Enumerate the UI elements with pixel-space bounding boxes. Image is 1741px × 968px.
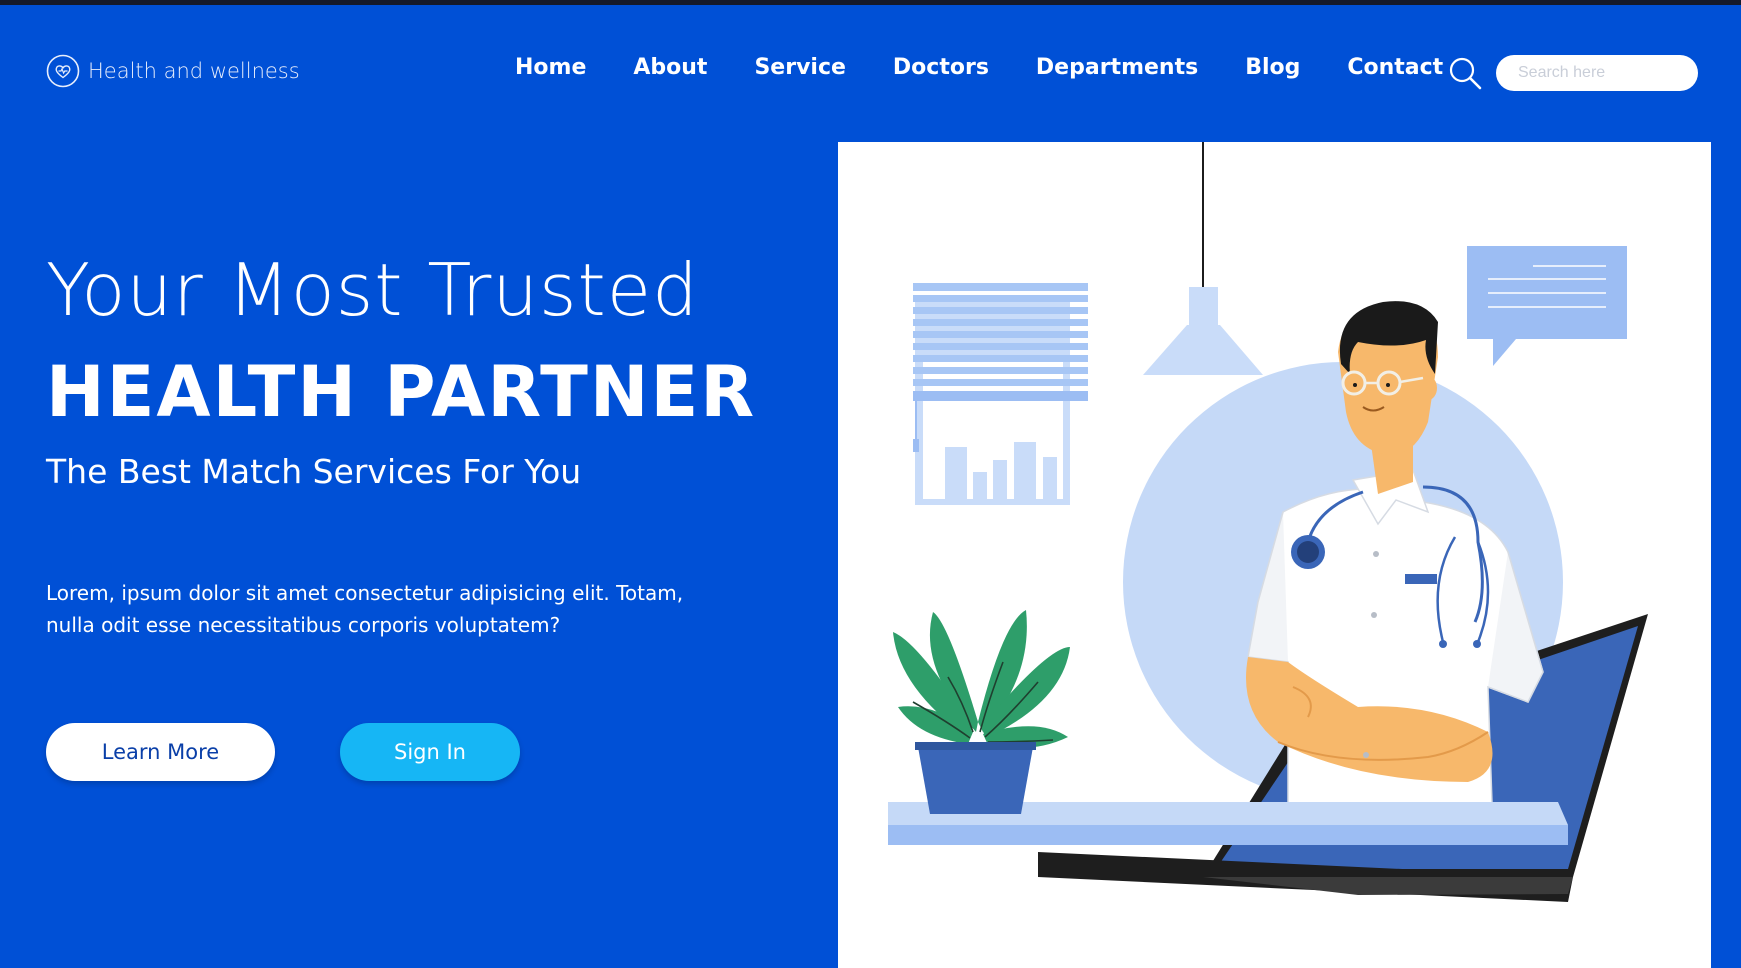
nav-doctors[interactable]: Doctors — [893, 55, 989, 80]
heart-icon — [46, 54, 80, 88]
landing-page: Health and wellness Home About Service D… — [0, 5, 1741, 968]
search-icon[interactable] — [1447, 55, 1483, 91]
chat-bubble — [1467, 246, 1627, 366]
brand-logo[interactable]: Health and wellness — [46, 54, 300, 88]
doctor-illustration — [888, 142, 1648, 902]
nav-contact[interactable]: Contact — [1347, 55, 1443, 80]
nav-about[interactable]: About — [633, 55, 707, 80]
hero-title-line1: Your Most Trusted — [46, 248, 699, 332]
search-input[interactable] — [1496, 55, 1698, 91]
window-blinds — [913, 283, 1088, 505]
nav-home[interactable]: Home — [515, 55, 586, 80]
hero-subtitle: The Best Match Services For You — [46, 452, 582, 491]
hero-title-line2: HEALTH PARTNER — [46, 351, 757, 433]
potted-plant — [893, 610, 1070, 814]
learn-more-button[interactable]: Learn More — [46, 723, 275, 781]
sign-in-button[interactable]: Sign In — [340, 723, 520, 781]
main-nav: Home About Service Doctors Departments B… — [515, 55, 1490, 80]
nav-departments[interactable]: Departments — [1036, 55, 1198, 80]
nav-service[interactable]: Service — [754, 55, 845, 80]
brand-name: Health and wellness — [88, 59, 300, 83]
ceiling-lamp — [1143, 142, 1263, 375]
nav-blog[interactable]: Blog — [1245, 55, 1300, 80]
hero-illustration-panel — [838, 142, 1711, 968]
hero-description: Lorem, ipsum dolor sit amet consectetur … — [46, 581, 684, 637]
